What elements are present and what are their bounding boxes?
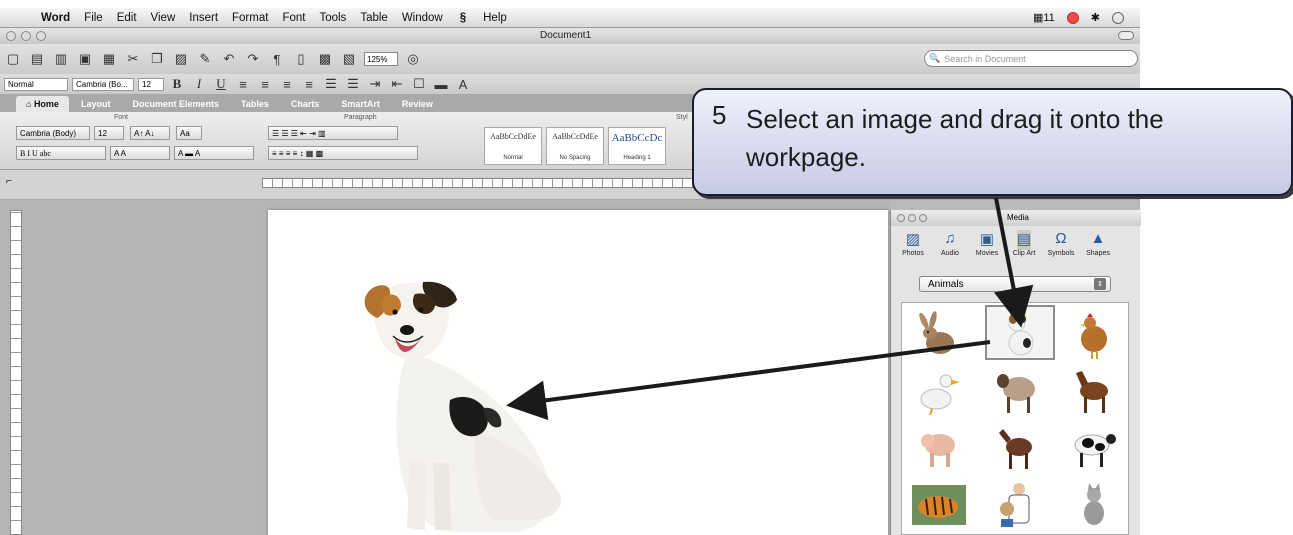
drag-arrow xyxy=(506,340,991,421)
callout-arrow xyxy=(994,197,1034,328)
annotation-arrows xyxy=(506,197,1034,421)
screenshot: Word File Edit View Insert Format Font T… xyxy=(0,0,1293,535)
